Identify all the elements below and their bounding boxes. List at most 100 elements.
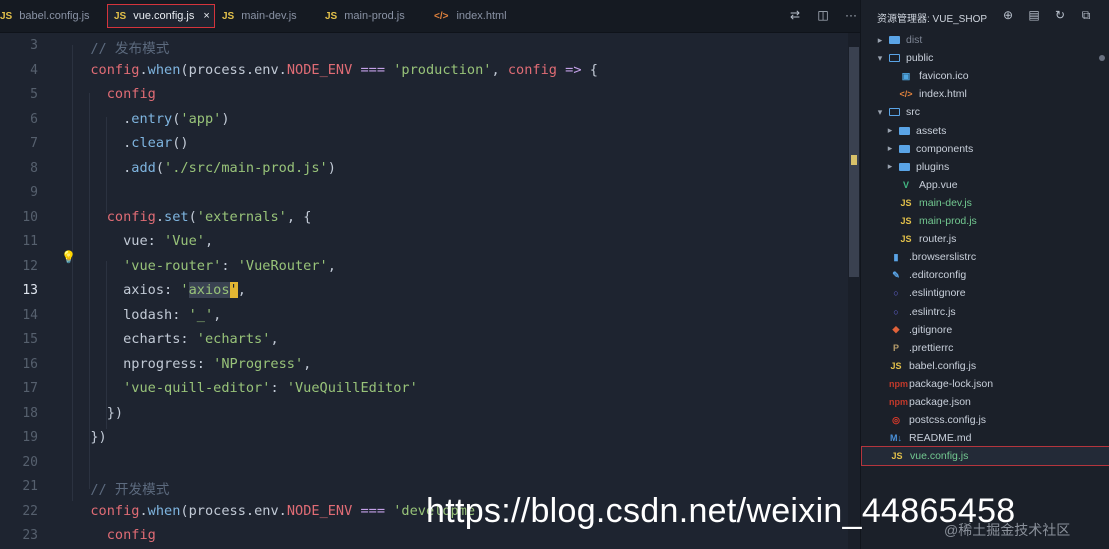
watermark-url: https://blog.csdn.net/weixin_44865458 bbox=[426, 492, 1016, 530]
prettier-file-icon: P bbox=[892, 342, 899, 353]
folder-item[interactable]: ▾ src bbox=[861, 103, 1109, 121]
ring-file-icon: ○ bbox=[893, 306, 899, 317]
file-item[interactable]: M↓ README.md bbox=[861, 429, 1109, 447]
file-item[interactable]: JSmain-prod.jsU bbox=[861, 212, 1109, 230]
folder-icon bbox=[899, 126, 910, 135]
file-item[interactable]: JSmain-dev.jsU bbox=[861, 194, 1109, 212]
file-item[interactable]: ◆ .gitignore bbox=[861, 321, 1109, 339]
code-line[interactable]: config.when(process.env.NODE_ENV === 'pr… bbox=[74, 62, 598, 78]
explorer-title: 资源管理器: VUE_SHOP bbox=[877, 14, 988, 25]
js-file-icon: JS bbox=[114, 10, 127, 22]
js-file-icon: JS bbox=[325, 10, 338, 22]
code-line[interactable]: 'vue-router': 'VueRouter', bbox=[74, 258, 336, 274]
file-item[interactable]: npmpackage.jsonM bbox=[861, 393, 1109, 411]
code-line[interactable]: 'vue-quill-editor': 'VueQuillEditor' bbox=[74, 380, 418, 396]
item-label: .browserslistrc bbox=[909, 251, 977, 264]
close-icon[interactable]: × bbox=[203, 10, 209, 22]
new-file-icon[interactable]: ⊕ bbox=[1001, 8, 1015, 23]
line-number: 9 bbox=[30, 185, 38, 200]
tab-vue-config[interactable]: JS vue.config.js × bbox=[107, 4, 215, 28]
lightbulb-icon[interactable]: 💡 bbox=[61, 250, 76, 264]
code-line[interactable]: lodash: '_', bbox=[74, 307, 221, 323]
file-item[interactable]: npmpackage-lock.jsonM bbox=[861, 375, 1109, 393]
code-line[interactable]: .entry('app') bbox=[74, 111, 229, 127]
chevron-right-icon[interactable]: ▸ bbox=[885, 143, 895, 154]
code-line[interactable]: .add('./src/main-prod.js') bbox=[74, 160, 336, 176]
split-editor-icon[interactable]: ◫ bbox=[816, 8, 830, 22]
code-line[interactable]: }) bbox=[74, 429, 106, 445]
code-line[interactable]: config bbox=[74, 86, 156, 102]
folder-icon bbox=[899, 162, 910, 171]
js-file-icon: JS bbox=[222, 10, 235, 22]
editor-scrollbar[interactable] bbox=[848, 33, 860, 549]
folder-item[interactable]: ▸ assets bbox=[861, 122, 1109, 140]
file-item[interactable]: V App.vue bbox=[861, 176, 1109, 194]
line-number: 6 bbox=[30, 111, 38, 127]
file-item[interactable]: ✎ .editorconfig bbox=[861, 266, 1109, 284]
js-file-icon: JS bbox=[891, 451, 903, 462]
folder-item[interactable]: ▾ public bbox=[861, 49, 1109, 67]
collapse-all-icon[interactable]: ⧉ bbox=[1079, 8, 1093, 23]
line-number: 7 bbox=[30, 136, 38, 151]
chevron-right-icon[interactable]: ▸ bbox=[875, 35, 885, 46]
tab-label: babel.config.js bbox=[19, 10, 90, 22]
file-item[interactable]: JSbabel.config.jsM bbox=[861, 357, 1109, 375]
chevron-down-icon[interactable]: ▾ bbox=[875, 107, 885, 118]
file-item[interactable]: ▮ .browserslistrc bbox=[861, 248, 1109, 266]
tab-index-html[interactable]: </> index.html bbox=[434, 4, 507, 28]
file-item[interactable]: </>index.htmlM bbox=[861, 85, 1109, 103]
chevron-down-icon[interactable]: ▾ bbox=[875, 53, 885, 64]
code-line[interactable]: vue: 'Vue', bbox=[74, 233, 213, 249]
file-item[interactable]: ◎ postcss.config.js bbox=[861, 411, 1109, 429]
new-folder-icon[interactable]: ▤ bbox=[1027, 8, 1041, 23]
tab-main-dev[interactable]: JS main-dev.js bbox=[222, 4, 297, 28]
tab-main-prod[interactable]: JS main-prod.js bbox=[325, 4, 405, 28]
code-line[interactable]: nprogress: 'NProgress', bbox=[74, 356, 311, 372]
tab-label: main-dev.js bbox=[241, 10, 297, 22]
code-line[interactable]: // 发布模式 bbox=[74, 37, 169, 57]
tab-babel-config[interactable]: JS babel.config.js bbox=[0, 4, 90, 28]
code-line[interactable]: echarts: 'echarts', bbox=[74, 331, 279, 347]
item-label: public bbox=[906, 52, 934, 65]
folder-item[interactable]: ▸ plugins bbox=[861, 158, 1109, 176]
file-item[interactable]: JS router.js bbox=[861, 230, 1109, 248]
npm-file-icon: npm bbox=[889, 397, 908, 407]
file-item[interactable]: ○ .eslintrc.js bbox=[861, 303, 1109, 321]
file-item[interactable]: JSvue.config.jsU bbox=[861, 446, 1109, 467]
file-item[interactable]: ○ .eslintignore bbox=[861, 284, 1109, 302]
js-file-icon: JS bbox=[900, 234, 912, 245]
js-file-icon: JS bbox=[900, 216, 912, 226]
line-number: 17 bbox=[22, 381, 38, 396]
code-line[interactable]: config.when(process.env.NODE_ENV === 'de… bbox=[74, 503, 475, 519]
file-item[interactable]: P.prettierrcM bbox=[861, 339, 1109, 357]
line-number: 5 bbox=[30, 87, 38, 102]
doc-file-icon: ▮ bbox=[893, 251, 899, 262]
more-actions-icon[interactable]: ··· bbox=[844, 8, 858, 22]
item-label: router.js bbox=[919, 233, 957, 246]
code-line[interactable]: .clear() bbox=[74, 135, 189, 151]
compare-icon[interactable]: ⇄ bbox=[788, 8, 802, 22]
file-item[interactable]: ▣ favicon.ico bbox=[861, 67, 1109, 85]
item-label: main-dev.js bbox=[919, 196, 972, 209]
html-file-icon: </> bbox=[899, 89, 913, 100]
line-number: 12 bbox=[22, 258, 38, 274]
chevron-right-icon[interactable]: ▸ bbox=[885, 161, 895, 172]
code-editor[interactable]: 3 // 发布模式 4 config.when(process.env.NODE_… bbox=[0, 33, 848, 549]
code-line[interactable]: axios: 'axios', bbox=[74, 282, 246, 298]
code-line[interactable]: // 开发模式 bbox=[74, 478, 169, 498]
explorer-actions: ⊕ ▤ ↻ ⧉ bbox=[1001, 8, 1105, 23]
code-line[interactable]: }) bbox=[74, 405, 123, 421]
tab-label: vue.config.js bbox=[133, 10, 195, 22]
editor-tab-bar: JS babel.config.js JS vue.config.js × JS… bbox=[0, 0, 860, 33]
refresh-icon[interactable]: ↻ bbox=[1053, 8, 1067, 23]
ring-file-icon: ○ bbox=[893, 288, 899, 299]
item-label: package.json bbox=[909, 396, 971, 408]
chevron-right-icon[interactable]: ▸ bbox=[885, 125, 895, 136]
folder-item[interactable]: ▸ dist bbox=[861, 31, 1109, 49]
ico-file-icon: ▣ bbox=[901, 70, 911, 81]
code-line[interactable]: config bbox=[74, 527, 156, 543]
folder-item[interactable]: ▸ components bbox=[861, 140, 1109, 158]
code-line[interactable]: config.set('externals', { bbox=[74, 209, 312, 225]
line-number: 10 bbox=[22, 209, 38, 225]
line-number: 3 bbox=[30, 38, 38, 53]
